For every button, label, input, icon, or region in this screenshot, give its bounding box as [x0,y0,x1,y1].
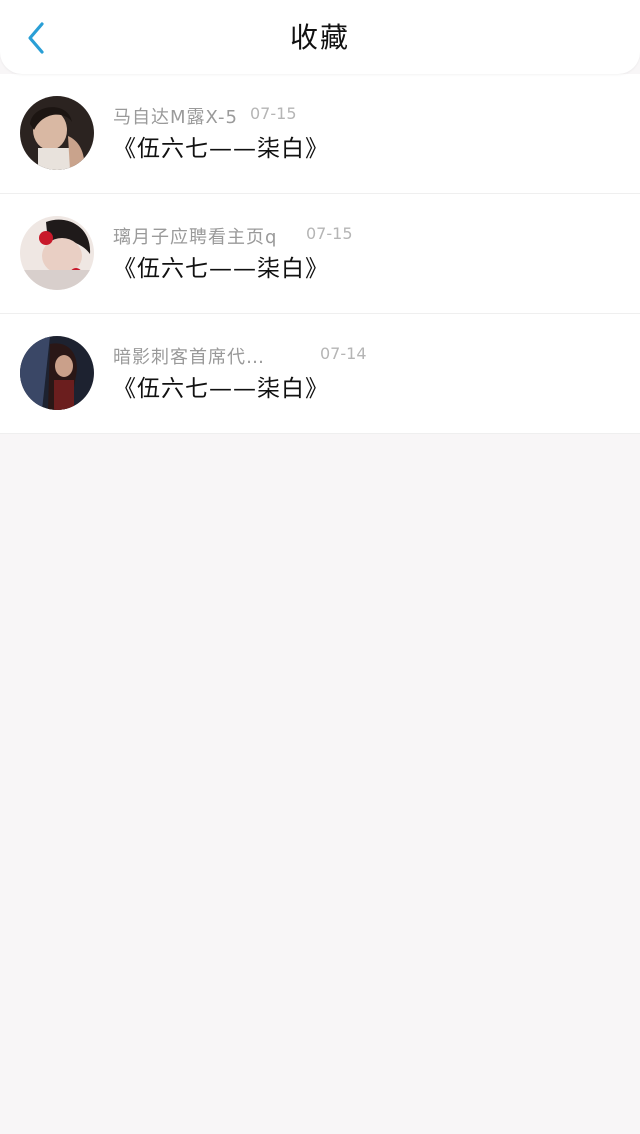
favorite-item[interactable]: 璃月子应聘看主页q 07-15 《伍六七——柒白》 [0,194,640,314]
user-name[interactable]: 璃月子应聘看主页q [113,223,277,249]
favorites-list: 马自达M露X-5 07-15 《伍六七——柒白》 璃月子应聘看主页q 07-15… [0,74,640,434]
top-bar: 收藏 [0,0,640,74]
favorite-item[interactable]: 暗影刺客首席代… 07-14 《伍六七——柒白》 [0,314,640,434]
post-date: 07-14 [320,344,367,363]
avatar[interactable] [20,336,94,410]
post-date: 07-15 [306,224,353,243]
avatar-image [20,336,94,410]
avatar[interactable] [20,216,94,290]
favorite-title[interactable]: 《伍六七——柒白》 [113,133,329,165]
favorite-title[interactable]: 《伍六七——柒白》 [113,253,329,285]
page-title: 收藏 [289,21,350,54]
avatar-image [20,96,94,170]
favorite-title[interactable]: 《伍六七——柒白》 [113,373,329,405]
user-name[interactable]: 马自达M露X-5 [113,103,238,129]
post-date: 07-15 [250,104,297,123]
favorite-item[interactable]: 马自达M露X-5 07-15 《伍六七——柒白》 [0,74,640,194]
avatar[interactable] [20,96,94,170]
avatar-image [20,216,94,290]
user-name[interactable]: 暗影刺客首席代… [113,343,265,369]
